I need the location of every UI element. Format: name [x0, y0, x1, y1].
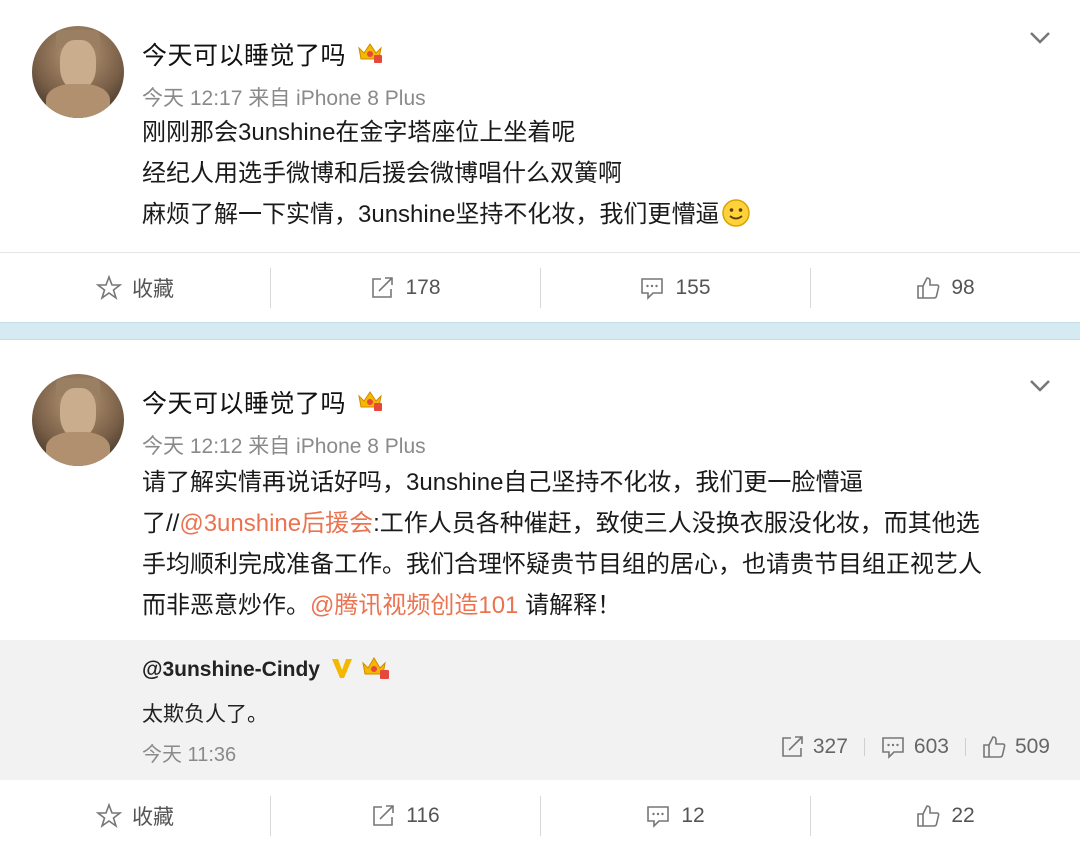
- crown-icon: [358, 43, 382, 63]
- like-icon: [917, 277, 940, 299]
- mention-link[interactable]: @3unshine后援会: [179, 510, 373, 537]
- comment-count: 155: [675, 276, 711, 299]
- like-button[interactable]: 22: [810, 796, 1080, 836]
- repost-count: 178: [405, 276, 441, 299]
- weibo-post: 今天可以睡觉了吗 今天 12:17 来自 iPhone 8 Plus 刚刚那会3…: [0, 0, 1080, 322]
- content-text: 而非恶意炒作。: [142, 592, 310, 619]
- comment-icon: [882, 737, 904, 759]
- content-line: 了//@3unshine后援会:工作人员各种催赶，致使三人没换衣服没化妆，而其他…: [142, 503, 1040, 544]
- like-count: 22: [951, 804, 975, 827]
- smile-icon: [722, 199, 751, 227]
- content-text: :工作人员各种催赶，致使三人没换衣服没化妆，而其他选: [373, 510, 980, 537]
- post-content: 请了解实情再说话好吗，3unshine自己坚持不化妆，我们更一脸懵逼 了//@3…: [142, 462, 1040, 626]
- crown-icon: [358, 391, 382, 411]
- content-line: 经纪人用选手微博和后援会微博唱什么双簧啊: [142, 160, 622, 187]
- star-icon: [96, 275, 122, 301]
- quoted-stats: 327 603 509: [763, 734, 1050, 760]
- quoted-repost-count: 327: [812, 735, 848, 758]
- quoted-text: 太欺负人了。: [142, 703, 268, 726]
- quoted-like-count: 509: [1014, 735, 1050, 758]
- repost-button[interactable]: 178: [270, 268, 540, 308]
- repost-icon: [782, 736, 803, 757]
- comment-icon: [647, 806, 670, 828]
- chevron-down-icon[interactable]: [1028, 30, 1052, 46]
- favorite-button[interactable]: 收藏: [0, 796, 270, 836]
- content-line: 手均顺利完成准备工作。我们合理怀疑贵节目组的居心，也请贵节目组正视艺人: [142, 551, 982, 578]
- verified-v-icon: [332, 659, 352, 678]
- avatar[interactable]: [32, 374, 124, 466]
- like-button[interactable]: 98: [810, 268, 1080, 308]
- post-content: 刚刚那会3unshine在金字塔座位上坐着呢 经纪人用选手微博和后援会微博唱什么…: [142, 112, 1040, 235]
- content-line: 麻烦了解一下实情，3unshine坚持不化妆，我们更懵逼: [142, 194, 1040, 235]
- quoted-like-button[interactable]: 509: [964, 734, 1050, 760]
- post-meta: 今天 12:17 来自 iPhone 8 Plus: [142, 87, 426, 110]
- content-text: 麻烦了解一下实情，3unshine坚持不化妆，我们更懵逼: [142, 201, 720, 228]
- quoted-comment-button[interactable]: 603: [863, 734, 965, 760]
- comment-icon: [641, 278, 664, 300]
- repost-icon: [372, 277, 394, 298]
- chevron-down-icon[interactable]: [1028, 378, 1052, 394]
- content-text: 了//: [142, 510, 180, 537]
- like-icon: [917, 805, 940, 827]
- quoted-repost-button[interactable]: 327: [763, 734, 864, 760]
- comment-count: 12: [681, 804, 705, 827]
- feed-divider: [0, 322, 1080, 340]
- quoted-username[interactable]: @3unshine-Cindy: [142, 658, 320, 682]
- quoted-time: 今天 11:36: [142, 744, 237, 766]
- content-line: 刚刚那会3unshine在金字塔座位上坐着呢: [142, 119, 576, 146]
- crown-icon: [362, 657, 389, 679]
- mention-link[interactable]: @腾讯视频创造101: [310, 592, 518, 619]
- quoted-comment-count: 603: [913, 735, 949, 758]
- username[interactable]: 今天可以睡觉了吗: [142, 384, 346, 420]
- username[interactable]: 今天可以睡觉了吗: [142, 36, 346, 72]
- content-line: 请了解实情再说话好吗，3unshine自己坚持不化妆，我们更一脸懵逼: [142, 469, 864, 496]
- comment-button[interactable]: 12: [540, 796, 810, 836]
- like-icon: [983, 736, 1006, 758]
- quoted-post[interactable]: @3unshine-Cindy 太欺负人了。 今天 11:36 327 603 …: [0, 640, 1080, 780]
- favorite-label: 收藏: [132, 806, 174, 829]
- weibo-post: 今天可以睡觉了吗 今天 12:12 来自 iPhone 8 Plus 请了解实情…: [0, 340, 1080, 851]
- repost-icon: [373, 805, 395, 826]
- action-bar: 收藏 178 155 98: [0, 252, 1080, 323]
- content-line: 而非恶意炒作。@腾讯视频创造101 请解释！: [142, 585, 1040, 626]
- star-icon: [96, 803, 122, 829]
- repost-count: 116: [406, 804, 440, 827]
- action-bar: 收藏 116 12 22: [0, 781, 1080, 851]
- like-count: 98: [951, 276, 975, 299]
- favorite-button[interactable]: 收藏: [0, 268, 270, 308]
- content-text: 请解释！: [518, 592, 622, 619]
- avatar[interactable]: [32, 26, 124, 118]
- comment-button[interactable]: 155: [540, 268, 810, 308]
- repost-button[interactable]: 116: [270, 796, 540, 836]
- post-meta: 今天 12:12 来自 iPhone 8 Plus: [142, 435, 426, 458]
- favorite-label: 收藏: [132, 278, 174, 301]
